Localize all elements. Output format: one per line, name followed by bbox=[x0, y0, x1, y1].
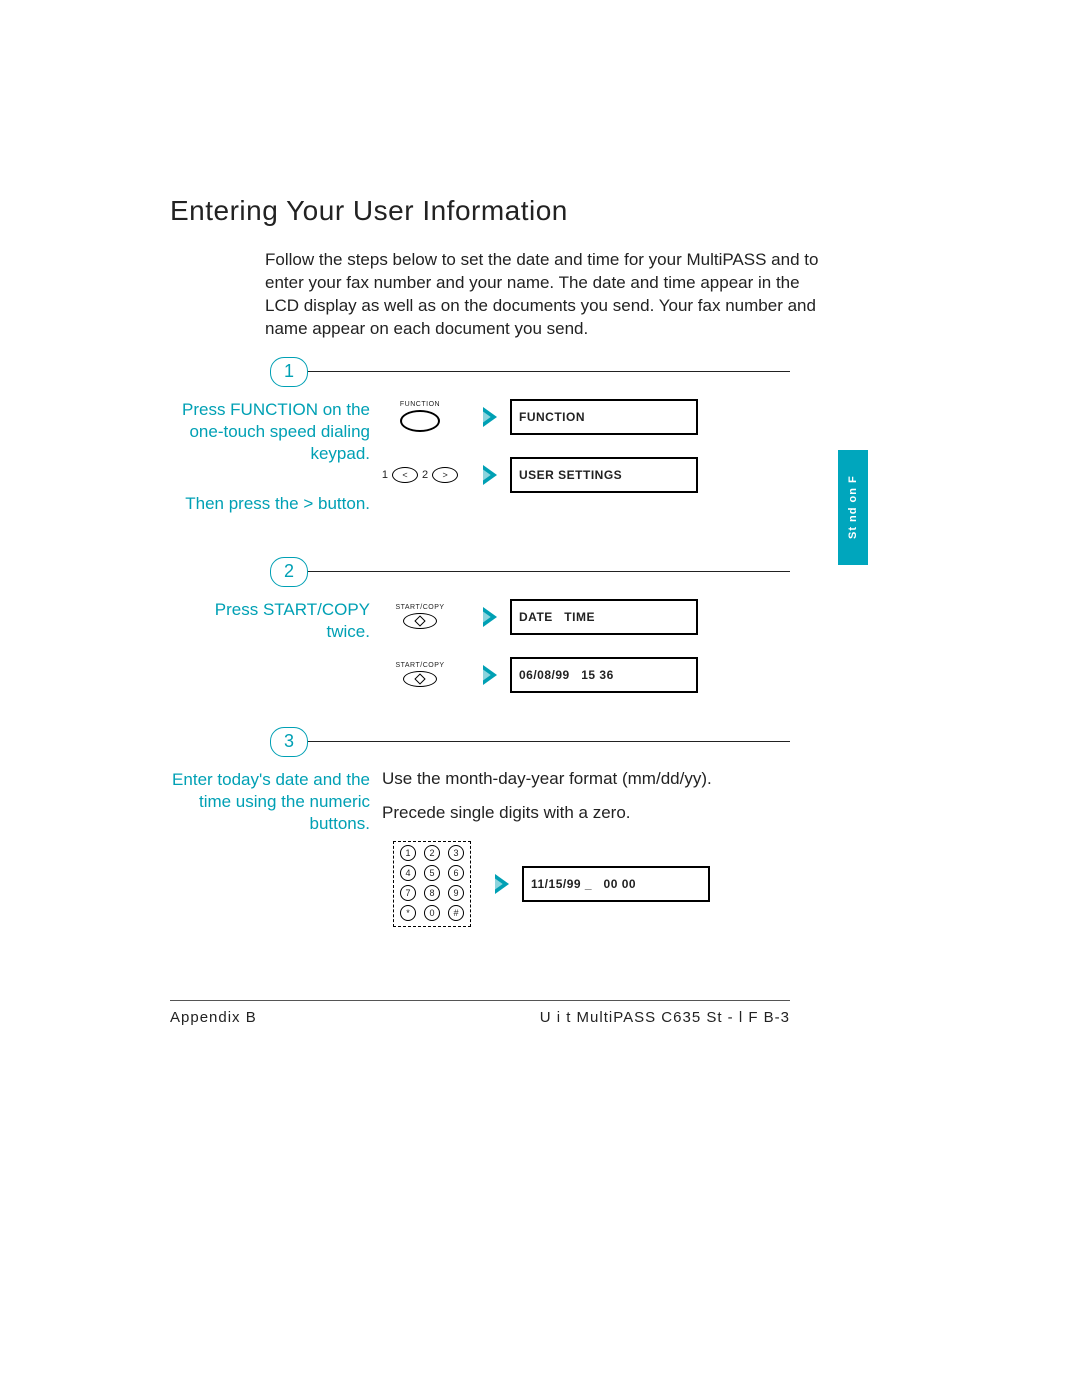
keypad-key: 7 bbox=[400, 885, 416, 901]
lcd-display: 06/08/99 15 36 bbox=[510, 657, 698, 693]
arrow-icon bbox=[483, 465, 497, 485]
step1-instruction-a: Press FUNCTION on the one-touch speed di… bbox=[170, 399, 370, 465]
numeric-keypad-icon: 123 456 789 * 0 # bbox=[393, 841, 471, 927]
keypad-key: 4 bbox=[400, 865, 416, 881]
step3-instruction: Enter today's date and the time using th… bbox=[170, 769, 370, 835]
left-arrow-button-icon: < bbox=[392, 467, 418, 483]
keypad-key: 9 bbox=[448, 885, 464, 901]
section-tab: St nd on F bbox=[838, 450, 868, 565]
keypad-key: # bbox=[448, 905, 464, 921]
step2-instruction: Press START/COPY twice. bbox=[170, 599, 370, 643]
startcopy-button-icon bbox=[403, 613, 437, 629]
step-2: 2 Press START/COPY twice. START/COPY DAT… bbox=[170, 571, 790, 741]
keypad-key: * bbox=[400, 905, 416, 921]
step-badge-3: 3 bbox=[270, 727, 308, 757]
lcd-display: DATE TIME bbox=[510, 599, 698, 635]
page-footer: Appendix B U i t MultiPASS C635 St - l F… bbox=[170, 1000, 790, 1026]
arrow-icon bbox=[483, 665, 497, 685]
keypad-num-2: 2 bbox=[422, 469, 428, 481]
keypad-key: 5 bbox=[424, 865, 440, 881]
function-button-icon bbox=[400, 410, 440, 432]
right-arrow-button-icon: > bbox=[432, 467, 458, 483]
startcopy-button-label: START/COPY bbox=[395, 604, 444, 611]
startcopy-button-icon bbox=[403, 671, 437, 687]
step-badge-2: 2 bbox=[270, 557, 308, 587]
startcopy-button-label: START/COPY bbox=[395, 662, 444, 669]
step3-note-a: Use the month-day-year format (mm/dd/yy)… bbox=[382, 769, 790, 789]
function-button-label: FUNCTION bbox=[400, 401, 440, 408]
step-3: 3 Enter today's date and the time using … bbox=[170, 741, 790, 971]
step1-instruction-b: Then press the > button. bbox=[170, 493, 370, 515]
page-content: Entering Your User Information Follow th… bbox=[170, 195, 790, 971]
keypad-key: 2 bbox=[424, 845, 440, 861]
step-1: 1 Press FUNCTION on the one-touch speed … bbox=[170, 371, 790, 571]
arrow-icon bbox=[483, 407, 497, 427]
lcd-display: 11/15/99 _ 00 00 bbox=[522, 866, 710, 902]
lcd-display: FUNCTION bbox=[510, 399, 698, 435]
keypad-key: 1 bbox=[400, 845, 416, 861]
keypad-num-1: 1 bbox=[382, 469, 388, 481]
lcd-display: USER SETTINGS bbox=[510, 457, 698, 493]
intro-text: Follow the steps below to set the date a… bbox=[265, 249, 825, 341]
keypad-key: 3 bbox=[448, 845, 464, 861]
footer-left: Appendix B bbox=[170, 1009, 257, 1026]
step3-note-b: Precede single digits with a zero. bbox=[382, 803, 790, 823]
keypad-key: 6 bbox=[448, 865, 464, 881]
keypad-key: 8 bbox=[424, 885, 440, 901]
footer-center: U i t MultiPASS C635 St - l F B-3 bbox=[540, 1009, 790, 1026]
keypad-key: 0 bbox=[424, 905, 440, 921]
page-title: Entering Your User Information bbox=[170, 195, 790, 227]
step-badge-1: 1 bbox=[270, 357, 308, 387]
arrow-icon bbox=[483, 607, 497, 627]
arrow-icon bbox=[495, 874, 509, 894]
